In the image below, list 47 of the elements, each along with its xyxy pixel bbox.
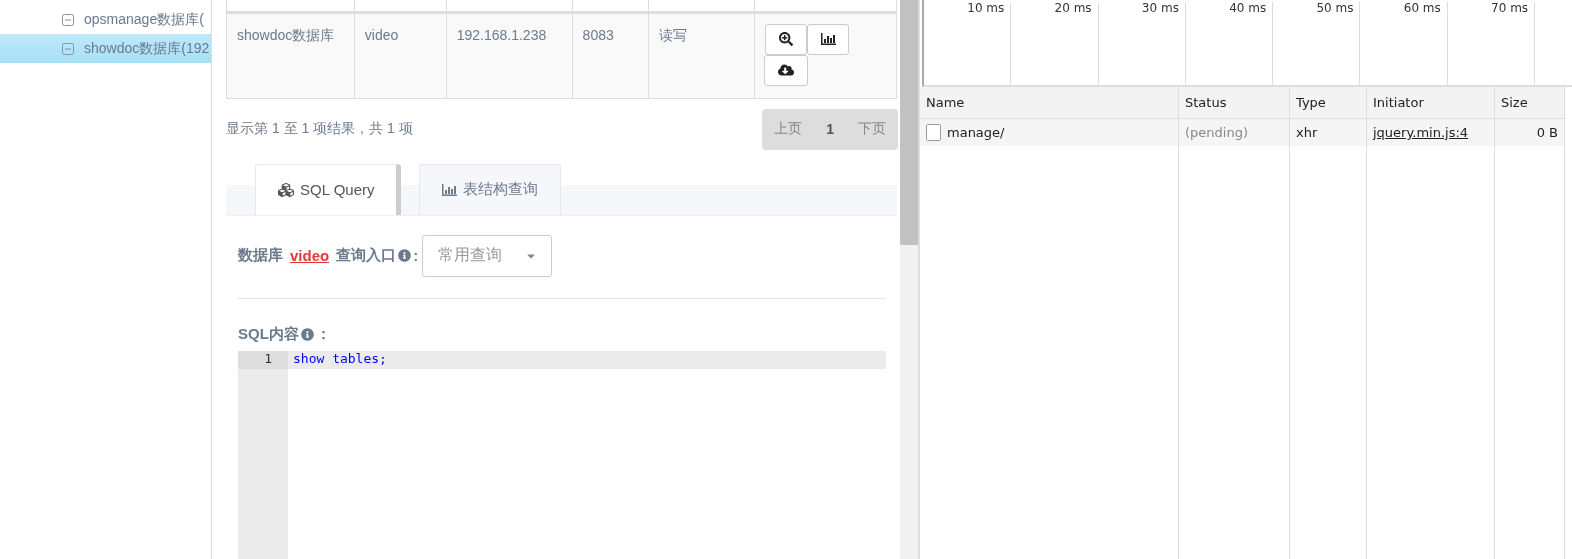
- table-cell: 8083: [572, 12, 648, 98]
- type-text: xhr: [1296, 125, 1318, 140]
- timeline-label: 50 ms: [1316, 1, 1354, 15]
- sql-editor[interactable]: 1 show tables;: [238, 350, 886, 559]
- field-label: 数据库: [238, 246, 283, 265]
- request-name[interactable]: manage/: [947, 125, 1005, 140]
- bar-chart-icon: [820, 33, 836, 45]
- info-icon: [300, 327, 314, 341]
- table-info: 显示第 1 至 1 项结果，共 1 项: [226, 120, 413, 138]
- timeline-label: 70 ms: [1491, 1, 1529, 15]
- timeline-label: 10 ms: [967, 1, 1005, 15]
- table-cell: video: [354, 12, 447, 98]
- zoom-in-button[interactable]: [765, 23, 808, 55]
- table-cell: 192.168.1.238: [446, 12, 573, 98]
- timeline-label: 30 ms: [1141, 1, 1179, 15]
- colon: :: [413, 247, 419, 264]
- line-number: 1: [238, 350, 288, 369]
- database-link[interactable]: video: [290, 247, 330, 264]
- info-icon: [398, 249, 412, 262]
- scrollbar-thumb[interactable]: [900, 0, 918, 245]
- timeline-label: 20 ms: [1054, 1, 1092, 15]
- column-header[interactable]: Status: [1179, 87, 1290, 119]
- field-label: 查询入口: [336, 246, 397, 265]
- page-link[interactable]: 1: [814, 121, 846, 137]
- column-header[interactable]: Size: [1495, 87, 1565, 119]
- column-header[interactable]: Type: [1290, 87, 1367, 119]
- table-cell: 读写: [648, 12, 755, 98]
- status-text: (pending): [1185, 125, 1248, 140]
- table-cell: showdoc数据库: [226, 12, 355, 98]
- collapse-icon[interactable]: [62, 13, 74, 26]
- colon: ：: [315, 324, 331, 344]
- tree-item[interactable]: opsmanage数据库(: [0, 5, 211, 34]
- cubes-icon: [278, 181, 294, 198]
- document-icon: [926, 124, 941, 141]
- column-header[interactable]: Initiator: [1367, 87, 1495, 119]
- bar-chart-icon: [442, 183, 458, 196]
- size-text: 0 B: [1536, 125, 1558, 140]
- tab[interactable]: SQL Query: [255, 163, 402, 215]
- chart-button[interactable]: [807, 23, 850, 55]
- field-label: SQL内容: [238, 324, 299, 344]
- column-header[interactable]: Name: [920, 87, 1179, 119]
- timeline-label: 40 ms: [1229, 1, 1267, 15]
- zoom-in-icon: [779, 32, 794, 46]
- download-button[interactable]: [764, 54, 809, 86]
- timeline-label: 60 ms: [1403, 1, 1441, 15]
- cloud-download-icon: [778, 62, 795, 78]
- tab[interactable]: 表结构查询: [419, 163, 562, 215]
